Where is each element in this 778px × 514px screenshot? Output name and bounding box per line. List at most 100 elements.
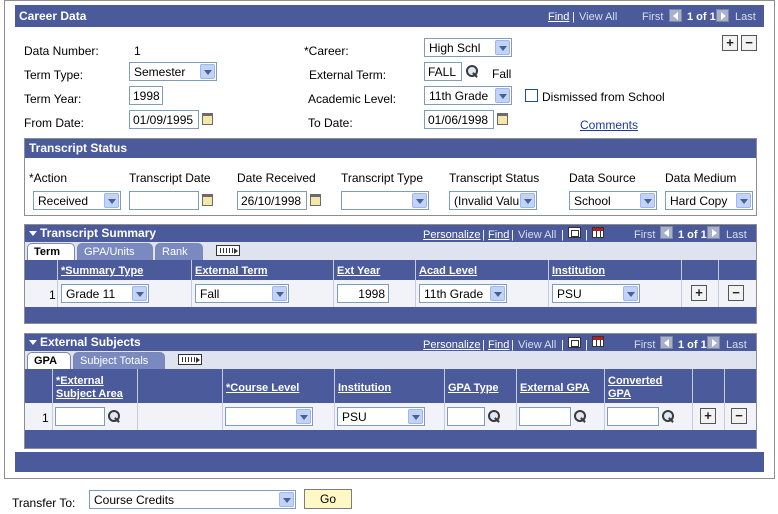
- transcript-status-select[interactable]: (Invalid Valu: [449, 191, 537, 210]
- lookup-icon[interactable]: [574, 410, 587, 423]
- calendar-icon[interactable]: [310, 194, 321, 206]
- delete-row-button[interactable]: −: [741, 35, 757, 51]
- next-arrow-icon[interactable]: [716, 9, 729, 22]
- term-type-select[interactable]: Semester: [129, 62, 217, 81]
- show-all-columns-icon[interactable]: [216, 245, 240, 256]
- ext-year-input[interactable]: 1998: [337, 284, 389, 303]
- external-subject-area-header[interactable]: *External: [56, 375, 104, 388]
- tab-rank[interactable]: Rank: [155, 243, 203, 260]
- tab-term[interactable]: Term: [27, 243, 75, 260]
- date-received-input[interactable]: 26/10/1998: [237, 191, 307, 210]
- subject-area-input[interactable]: [55, 407, 105, 426]
- first-link[interactable]: First: [634, 339, 655, 351]
- institution-header[interactable]: Institution: [338, 382, 392, 395]
- institution-select[interactable]: PSU: [552, 284, 640, 303]
- career-select[interactable]: High Schl: [424, 38, 512, 57]
- add-row-button[interactable]: +: [722, 35, 738, 51]
- next-arrow-icon[interactable]: [707, 226, 720, 239]
- term-year-input[interactable]: 1998: [129, 86, 163, 105]
- calendar-icon[interactable]: [497, 113, 508, 125]
- chevron-down-icon[interactable]: [272, 286, 287, 301]
- calendar-icon[interactable]: [202, 194, 213, 206]
- transfer-to-select[interactable]: Course Credits: [89, 490, 296, 509]
- chevron-down-icon[interactable]: [736, 193, 751, 208]
- collapse-icon[interactable]: [29, 340, 37, 345]
- acad-level-header[interactable]: Acad Level: [419, 265, 478, 278]
- delete-row-button[interactable]: −: [731, 408, 747, 424]
- chevron-down-icon[interactable]: [495, 88, 510, 103]
- chevron-down-icon[interactable]: [640, 193, 655, 208]
- add-row-button[interactable]: +: [700, 408, 716, 424]
- view-all-link[interactable]: View All: [518, 229, 556, 241]
- chevron-down-icon[interactable]: [132, 286, 147, 301]
- institution-select[interactable]: PSU: [337, 407, 425, 426]
- to-date-input[interactable]: 01/06/1998: [424, 110, 494, 129]
- chevron-down-icon[interactable]: [408, 409, 423, 424]
- external-term-select[interactable]: Fall: [195, 284, 289, 303]
- converted-gpa-input[interactable]: [607, 407, 659, 426]
- external-subject-area-header-line2[interactable]: Subject Area: [56, 388, 123, 401]
- add-row-button[interactable]: +: [691, 285, 707, 301]
- chevron-down-icon[interactable]: [412, 193, 427, 208]
- transcript-type-select[interactable]: [341, 191, 429, 210]
- last-link[interactable]: Last: [726, 339, 747, 351]
- external-gpa-input[interactable]: [519, 407, 571, 426]
- data-source-select[interactable]: School: [569, 191, 657, 210]
- delete-row-button[interactable]: −: [728, 285, 744, 301]
- comments-link[interactable]: Comments: [580, 118, 638, 132]
- personalize-link[interactable]: Personalize: [423, 229, 480, 241]
- first-link[interactable]: First: [642, 11, 663, 23]
- lookup-icon[interactable]: [488, 410, 501, 423]
- tab-gpa[interactable]: GPA: [27, 352, 71, 369]
- first-link[interactable]: First: [634, 229, 655, 241]
- tab-subject-totals[interactable]: Subject Totals: [73, 352, 165, 369]
- transcript-date-input[interactable]: [129, 191, 199, 210]
- chevron-down-icon[interactable]: [200, 64, 215, 79]
- view-all-link[interactable]: View All: [579, 11, 617, 23]
- action-select[interactable]: Received: [33, 191, 121, 210]
- lookup-icon[interactable]: [108, 410, 121, 423]
- lookup-icon[interactable]: [662, 410, 675, 423]
- converted-gpa-header-line2[interactable]: GPA: [608, 388, 632, 401]
- download-grid-icon[interactable]: [592, 227, 604, 238]
- dismissed-checkbox[interactable]: [525, 89, 538, 102]
- next-arrow-icon[interactable]: [707, 336, 720, 349]
- go-button[interactable]: Go: [304, 489, 352, 509]
- calendar-icon[interactable]: [202, 113, 213, 125]
- last-link[interactable]: Last: [735, 11, 756, 23]
- collapse-icon[interactable]: [29, 231, 37, 236]
- external-term-header[interactable]: External Term: [195, 265, 268, 278]
- tab-gpa-units[interactable]: GPA/Units: [77, 243, 153, 260]
- chevron-down-icon[interactable]: [495, 40, 510, 55]
- data-medium-select[interactable]: Hard Copy: [665, 191, 753, 210]
- chevron-down-icon[interactable]: [490, 286, 505, 301]
- find-link[interactable]: Find: [488, 339, 509, 351]
- show-all-columns-icon[interactable]: [178, 354, 202, 365]
- previous-arrow-icon[interactable]: [660, 336, 673, 349]
- course-level-select[interactable]: [225, 407, 313, 426]
- personalize-link[interactable]: Personalize: [423, 339, 480, 351]
- academic-level-select[interactable]: 11th Grade: [424, 86, 512, 105]
- external-term-input[interactable]: FALL: [424, 62, 462, 81]
- summary-type-select[interactable]: Grade 11: [61, 284, 149, 303]
- course-level-header[interactable]: *Course Level: [226, 382, 300, 395]
- download-grid-icon[interactable]: [592, 336, 604, 347]
- popup-window-icon[interactable]: [568, 337, 581, 348]
- popup-window-icon[interactable]: [568, 227, 581, 238]
- view-all-link[interactable]: View All: [518, 339, 556, 351]
- gpa-type-header[interactable]: GPA Type: [448, 382, 499, 395]
- find-link[interactable]: Find: [548, 11, 569, 23]
- chevron-down-icon[interactable]: [520, 193, 535, 208]
- institution-header[interactable]: Institution: [552, 265, 606, 278]
- chevron-down-icon[interactable]: [279, 492, 294, 507]
- ext-year-header[interactable]: Ext Year: [337, 265, 381, 278]
- gpa-type-input[interactable]: [447, 407, 485, 426]
- converted-gpa-header[interactable]: Converted: [608, 375, 663, 388]
- find-link[interactable]: Find: [488, 229, 509, 241]
- from-date-input[interactable]: 01/09/1995: [129, 110, 199, 129]
- summary-type-header[interactable]: *Summary Type: [61, 265, 144, 278]
- last-link[interactable]: Last: [726, 229, 747, 241]
- acad-level-select[interactable]: 11th Grade: [419, 284, 507, 303]
- chevron-down-icon[interactable]: [623, 286, 638, 301]
- external-gpa-header[interactable]: External GPA: [520, 382, 590, 395]
